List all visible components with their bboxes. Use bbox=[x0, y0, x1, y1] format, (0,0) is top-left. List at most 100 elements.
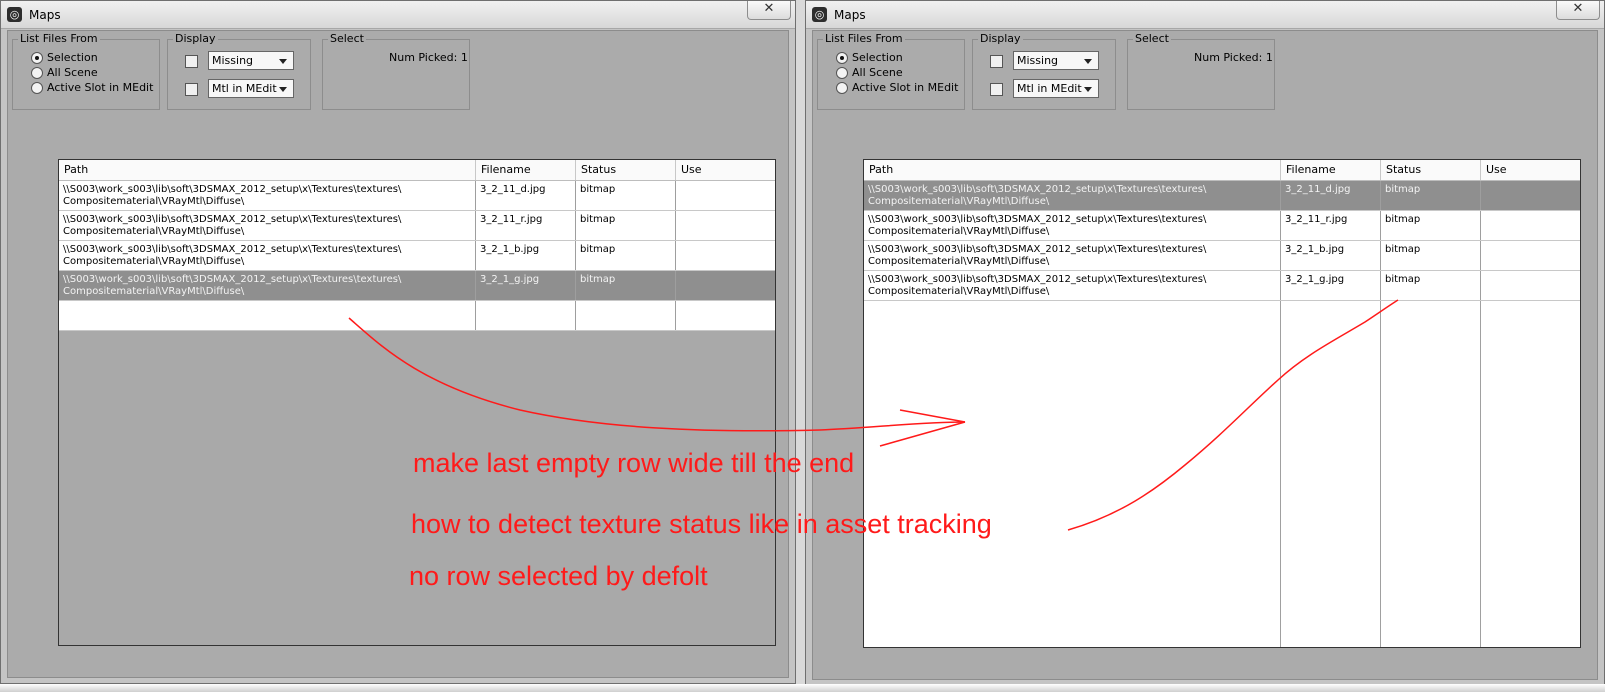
missing-checkbox[interactable] bbox=[990, 55, 1003, 68]
radio-button[interactable] bbox=[31, 52, 43, 64]
mtl-dropdown[interactable]: Mtl in MEdit bbox=[208, 79, 294, 98]
filename-cell: 3_2_1_g.jpg bbox=[1281, 271, 1381, 300]
title-bar[interactable]: ◎ Maps ✕ bbox=[806, 1, 1604, 29]
status-cell: bitmap bbox=[576, 271, 676, 300]
mtl-checkbox[interactable] bbox=[185, 83, 198, 96]
path-line: Compositematerial\VRayMtl\Diffuse\ bbox=[868, 286, 1050, 297]
dropdown-value: Mtl in MEdit bbox=[212, 82, 277, 95]
list-files-from-group: List Files From Selection All Scene Acti… bbox=[817, 32, 965, 110]
mtl-dropdown[interactable]: Mtl in MEdit bbox=[1013, 79, 1099, 98]
radio-button[interactable] bbox=[31, 82, 43, 94]
list-files-from-group: List Files From Selection All Scene Acti… bbox=[12, 32, 160, 110]
title-bar[interactable]: ◎ Maps ✕ bbox=[1, 1, 795, 29]
path-line: Compositematerial\VRayMtl\Diffuse\ bbox=[63, 286, 245, 297]
table-header: Path Filename Status Use bbox=[864, 160, 1580, 181]
path-line: Compositematerial\VRayMtl\Diffuse\ bbox=[63, 196, 245, 207]
status-cell: bitmap bbox=[576, 211, 676, 240]
header-status[interactable]: Status bbox=[576, 160, 676, 180]
table-row[interactable]: \\S003\work_s003\lib\soft\3DSMAX_2012_se… bbox=[59, 241, 775, 271]
close-button[interactable]: ✕ bbox=[1556, 1, 1600, 20]
close-button[interactable]: ✕ bbox=[747, 1, 791, 20]
path-line: Compositematerial\VRayMtl\Diffuse\ bbox=[868, 256, 1050, 267]
path-line: \\S003\work_s003\lib\soft\3DSMAX_2012_se… bbox=[868, 274, 1207, 285]
path-cell: \\S003\work_s003\lib\soft\3DSMAX_2012_se… bbox=[59, 211, 476, 240]
missing-dropdown[interactable]: Missing bbox=[208, 51, 294, 70]
radio-label: All Scene bbox=[852, 66, 903, 79]
path-line: \\S003\work_s003\lib\soft\3DSMAX_2012_se… bbox=[63, 244, 402, 255]
display-group: Display Missing Mtl in MEdit bbox=[167, 32, 311, 110]
app-icon: ◎ bbox=[7, 7, 22, 22]
num-picked-label: Num Picked: 1 bbox=[1194, 51, 1273, 64]
path-cell: \\S003\work_s003\lib\soft\3DSMAX_2012_se… bbox=[864, 241, 1281, 270]
status-cell: bitmap bbox=[1381, 271, 1481, 300]
empty-cell bbox=[676, 301, 775, 330]
path-cell: \\S003\work_s003\lib\soft\3DSMAX_2012_se… bbox=[59, 241, 476, 270]
header-filename[interactable]: Filename bbox=[476, 160, 576, 180]
missing-checkbox[interactable] bbox=[185, 55, 198, 68]
header-filename[interactable]: Filename bbox=[1281, 160, 1381, 180]
status-cell: bitmap bbox=[576, 241, 676, 270]
group-title: Display bbox=[978, 32, 1023, 46]
header-path[interactable]: Path bbox=[864, 160, 1281, 180]
annotation-no-row-selected: no row selected by defolt bbox=[409, 561, 708, 591]
table-row-selected[interactable]: \\S003\work_s003\lib\soft\3DSMAX_2012_se… bbox=[864, 181, 1580, 211]
radio-button[interactable] bbox=[836, 82, 848, 94]
use-cell bbox=[1481, 241, 1580, 270]
app-icon: ◎ bbox=[812, 7, 827, 22]
table-row[interactable]: \\S003\work_s003\lib\soft\3DSMAX_2012_se… bbox=[864, 211, 1580, 241]
empty-table-row[interactable] bbox=[59, 301, 775, 331]
table-row[interactable]: \\S003\work_s003\lib\soft\3DSMAX_2012_se… bbox=[864, 241, 1580, 271]
annotation-texture-status: how to detect texture status like in ass… bbox=[411, 509, 992, 539]
column-divider bbox=[1480, 301, 1481, 647]
radio-button[interactable] bbox=[31, 67, 43, 79]
table-row[interactable]: \\S003\work_s003\lib\soft\3DSMAX_2012_se… bbox=[59, 181, 775, 211]
taskbar-strip bbox=[0, 684, 1605, 692]
chevron-down-icon bbox=[1084, 87, 1092, 92]
filename-cell: 3_2_1_b.jpg bbox=[476, 241, 576, 270]
header-use[interactable]: Use bbox=[1481, 160, 1580, 180]
path-line: \\S003\work_s003\lib\soft\3DSMAX_2012_se… bbox=[63, 184, 402, 195]
dropdown-value: Mtl in MEdit bbox=[1017, 82, 1082, 95]
display-group: Display Missing Mtl in MEdit bbox=[972, 32, 1116, 110]
table-row[interactable]: \\S003\work_s003\lib\soft\3DSMAX_2012_se… bbox=[864, 271, 1580, 301]
table-header: Path Filename Status Use bbox=[59, 160, 775, 181]
dialog-body: List Files From Selection All Scene Acti… bbox=[812, 30, 1598, 680]
path-line: \\S003\work_s003\lib\soft\3DSMAX_2012_se… bbox=[63, 274, 402, 285]
use-cell bbox=[676, 181, 775, 210]
files-table: Path Filename Status Use \\S003\work_s00… bbox=[863, 159, 1581, 648]
path-line: Compositematerial\VRayMtl\Diffuse\ bbox=[868, 226, 1050, 237]
window-title: Maps bbox=[834, 8, 866, 22]
path-cell: \\S003\work_s003\lib\soft\3DSMAX_2012_se… bbox=[864, 181, 1281, 210]
path-line: Compositematerial\VRayMtl\Diffuse\ bbox=[868, 196, 1050, 207]
radio-button[interactable] bbox=[836, 67, 848, 79]
path-cell: \\S003\work_s003\lib\soft\3DSMAX_2012_se… bbox=[59, 181, 476, 210]
header-path[interactable]: Path bbox=[59, 160, 476, 180]
path-line: Compositematerial\VRayMtl\Diffuse\ bbox=[63, 256, 245, 267]
radio-label: Selection bbox=[852, 51, 903, 64]
path-line: \\S003\work_s003\lib\soft\3DSMAX_2012_se… bbox=[868, 184, 1207, 195]
empty-cell bbox=[576, 301, 676, 330]
filename-cell: 3_2_11_d.jpg bbox=[1281, 181, 1381, 210]
radio-label: Active Slot in MEdit bbox=[47, 81, 154, 94]
radio-button[interactable] bbox=[836, 52, 848, 64]
path-line: \\S003\work_s003\lib\soft\3DSMAX_2012_se… bbox=[63, 214, 402, 225]
table-row-selected[interactable]: \\S003\work_s003\lib\soft\3DSMAX_2012_se… bbox=[59, 271, 775, 301]
header-use[interactable]: Use bbox=[676, 160, 775, 180]
header-status[interactable]: Status bbox=[1381, 160, 1481, 180]
filename-cell: 3_2_11_d.jpg bbox=[476, 181, 576, 210]
missing-dropdown[interactable]: Missing bbox=[1013, 51, 1099, 70]
path-cell: \\S003\work_s003\lib\soft\3DSMAX_2012_se… bbox=[864, 271, 1281, 300]
path-line: \\S003\work_s003\lib\soft\3DSMAX_2012_se… bbox=[868, 244, 1207, 255]
select-group: Select Num Picked: 1 bbox=[1127, 32, 1275, 110]
status-cell: bitmap bbox=[576, 181, 676, 210]
group-title: Display bbox=[173, 32, 218, 46]
radio-label: All Scene bbox=[47, 66, 98, 79]
dropdown-value: Missing bbox=[212, 54, 254, 67]
dropdown-value: Missing bbox=[1017, 54, 1059, 67]
column-divider bbox=[1280, 301, 1281, 647]
maps-window-right: ◎ Maps ✕ List Files From Selection All S… bbox=[805, 0, 1605, 686]
num-picked-label: Num Picked: 1 bbox=[389, 51, 468, 64]
path-line: Compositematerial\VRayMtl\Diffuse\ bbox=[63, 226, 245, 237]
table-row[interactable]: \\S003\work_s003\lib\soft\3DSMAX_2012_se… bbox=[59, 211, 775, 241]
mtl-checkbox[interactable] bbox=[990, 83, 1003, 96]
